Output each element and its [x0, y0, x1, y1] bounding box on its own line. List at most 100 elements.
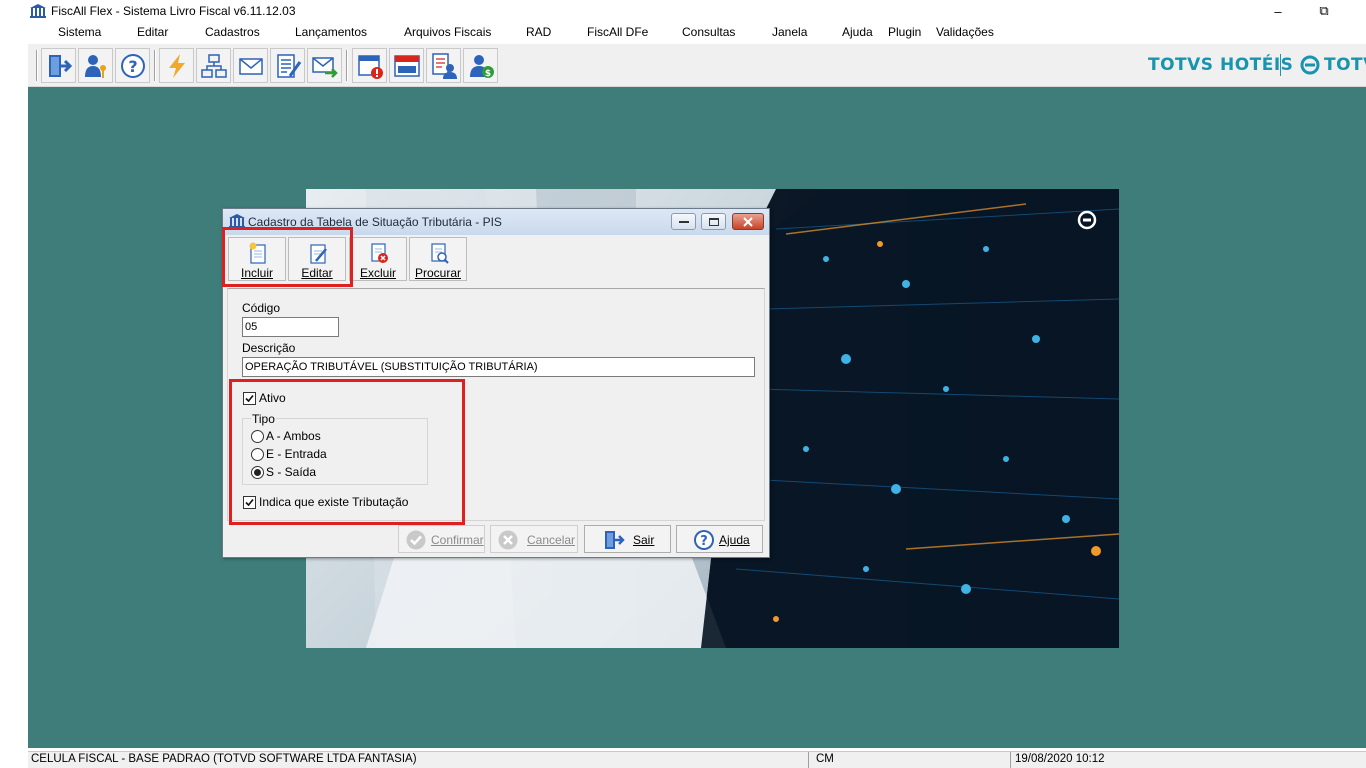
status-separator — [1010, 752, 1011, 768]
ajuda-button[interactable]: ? Ajuda — [676, 525, 763, 553]
brand-totvs-hoteis: TOTVS HOTÉIS — [1148, 55, 1294, 75]
restore-button[interactable]: ⧉ — [1301, 0, 1347, 22]
descricao-label: Descrição — [242, 341, 296, 355]
menu-bar: Sistema Editar Cadastros Lançamentos Arq… — [28, 22, 1366, 44]
radio-selected-dot — [254, 469, 261, 476]
confirmar-button[interactable]: Confirmar — [398, 525, 485, 553]
menu-sistema[interactable]: Sistema — [58, 25, 101, 39]
confirm-check-icon — [406, 530, 426, 550]
tipo-ambos-label: A - Ambos — [266, 429, 321, 443]
codigo-field[interactable]: 05 — [242, 317, 339, 337]
help-button[interactable]: ? — [115, 48, 150, 83]
menu-arquivos-fiscais[interactable]: Arquivos Fiscais — [404, 25, 491, 39]
tipo-saida-label: S - Saída — [266, 465, 317, 479]
tributacao-label: Indica que existe Tributação — [259, 495, 409, 509]
sair-button[interactable]: Sair — [584, 525, 671, 553]
excluir-button[interactable]: Excluir — [349, 237, 407, 281]
status-company: CELULA FISCAL - BASE PADRAO (TOTVD SOFTW… — [31, 753, 417, 765]
delete-document-icon — [371, 243, 388, 263]
app-window: FiscAll Flex - Sistema Livro Fiscal v6.1… — [0, 0, 1366, 768]
menu-fiscall-dfe[interactable]: FiscAll DFe — [587, 25, 648, 39]
restore-icon: ⧉ — [1319, 3, 1329, 18]
document-user-icon — [431, 52, 457, 79]
network-icon — [200, 53, 227, 78]
menu-janela[interactable]: Janela — [772, 25, 807, 39]
exit-icon — [605, 531, 625, 549]
svg-text:?: ? — [128, 57, 137, 76]
ativo-checkbox[interactable] — [243, 392, 256, 405]
network-button[interactable] — [196, 48, 231, 83]
editar-button[interactable]: Editar — [288, 237, 346, 281]
descricao-field[interactable]: OPERAÇÃO TRIBUTÁVEL (SUBSTITUIÇÃO TRIBUT… — [242, 357, 755, 377]
procurar-button[interactable]: Procurar — [409, 237, 467, 281]
exit-icon — [48, 54, 72, 77]
toolbar-separator — [36, 50, 38, 81]
user-money-icon: $ — [469, 54, 494, 79]
dialog-close-button[interactable] — [732, 213, 764, 230]
cancelar-button[interactable]: Cancelar — [490, 525, 578, 553]
checklist-button[interactable] — [270, 48, 305, 83]
help-icon: ? — [120, 53, 145, 78]
cancelar-label: Cancelar — [527, 533, 576, 547]
cancel-x-icon — [498, 530, 518, 550]
lightning-button[interactable] — [159, 48, 194, 83]
dialog-title-bar[interactable]: Cadastro da Tabela de Situação Tributári… — [223, 209, 769, 235]
minimize-icon: – — [1274, 3, 1282, 19]
menu-consultas[interactable]: Consultas — [682, 25, 735, 39]
new-document-icon — [249, 242, 266, 264]
mail-forward-button[interactable] — [307, 48, 342, 83]
cst-pis-dialog: Cadastro da Tabela de Situação Tributári… — [222, 208, 770, 558]
dialog-toolbar: Incluir Editar Excluir Procurar — [225, 236, 767, 284]
mail-button[interactable] — [233, 48, 268, 83]
app-logo-icon — [229, 214, 245, 228]
procurar-label: Procurar — [414, 266, 461, 280]
tributacao-checkbox[interactable] — [243, 496, 256, 509]
dialog-minimize-button[interactable] — [671, 213, 696, 230]
tipo-saida-radio[interactable] — [251, 466, 264, 479]
menu-editar[interactable]: Editar — [137, 25, 168, 39]
calendar-alert-button[interactable] — [352, 48, 387, 83]
main-toolbar: ? $ TOTVS HOTÉIS TOT — [28, 44, 1366, 87]
menu-ajuda[interactable]: Ajuda — [842, 25, 873, 39]
menu-lancamentos[interactable]: Lançamentos — [295, 25, 367, 39]
status-bar: CELULA FISCAL - BASE PADRAO (TOTVD SOFTW… — [28, 751, 1366, 768]
user-key-button[interactable] — [78, 48, 113, 83]
incluir-button[interactable]: Incluir — [228, 237, 286, 281]
brand-totvs: TOTVS — [1324, 55, 1366, 75]
ativo-label: Ativo — [259, 391, 286, 405]
maximize-icon — [708, 217, 719, 226]
minimize-button[interactable]: – — [1255, 0, 1301, 22]
mail-forward-icon — [311, 56, 338, 78]
user-money-button[interactable]: $ — [463, 48, 498, 83]
app-logo-icon — [30, 4, 46, 18]
icms-calendar-icon — [393, 54, 420, 77]
toolbar-separator — [346, 50, 348, 81]
title-bar: FiscAll Flex - Sistema Livro Fiscal v6.1… — [0, 0, 1366, 22]
tipo-entrada-label: E - Entrada — [266, 447, 327, 461]
menu-plugin[interactable]: Plugin — [888, 25, 921, 39]
svg-text:?: ? — [700, 534, 708, 549]
ajuda-label: Ajuda — [719, 533, 750, 547]
icms-calendar-button[interactable] — [389, 48, 424, 83]
checkmark-icon — [245, 498, 254, 507]
close-icon — [743, 216, 753, 227]
totvs-logo-icon — [1300, 55, 1320, 75]
menu-validacoes[interactable]: Validações — [936, 25, 994, 39]
tipo-ambos-radio[interactable] — [251, 430, 264, 443]
svg-text:$: $ — [484, 69, 490, 79]
user-key-icon — [84, 54, 106, 78]
dialog-maximize-button[interactable] — [701, 213, 726, 230]
exit-button[interactable] — [41, 48, 76, 83]
checklist-icon — [276, 53, 301, 78]
toolbar-separator — [154, 50, 156, 81]
search-document-icon — [431, 243, 449, 264]
menu-cadastros[interactable]: Cadastros — [205, 25, 260, 39]
status-separator — [808, 752, 809, 768]
minimize-icon — [678, 220, 689, 223]
dialog-form-panel: Código 05 Descrição OPERAÇÃO TRIBUTÁVEL … — [227, 288, 765, 521]
document-user-button[interactable] — [426, 48, 461, 83]
tipo-entrada-radio[interactable] — [251, 448, 264, 461]
menu-rad[interactable]: RAD — [526, 25, 551, 39]
tipo-label: Tipo — [251, 412, 276, 426]
lightning-icon — [168, 53, 185, 78]
